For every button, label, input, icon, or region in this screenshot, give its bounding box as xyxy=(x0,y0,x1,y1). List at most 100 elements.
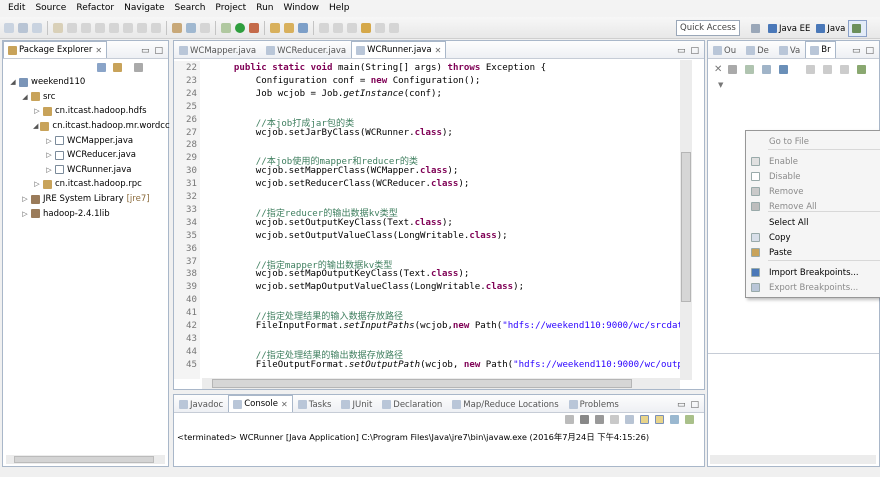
remove-launch-icon[interactable] xyxy=(580,415,589,424)
resume-icon[interactable] xyxy=(67,22,77,33)
next-annotation-icon[interactable] xyxy=(333,22,343,33)
right-tab-1[interactable]: De xyxy=(741,42,774,58)
menu-item-copy[interactable]: Copy xyxy=(746,230,880,245)
open-perspective-button[interactable] xyxy=(748,20,765,37)
save-all-icon[interactable] xyxy=(32,22,42,33)
console-tab-1[interactable]: Console ✕ xyxy=(228,395,293,412)
tree-item[interactable]: ◢ weekend110 xyxy=(3,75,168,90)
maximize-icon[interactable]: □ xyxy=(690,400,699,410)
previous-annotation-icon[interactable] xyxy=(347,22,357,33)
run-external-icon[interactable] xyxy=(249,22,259,33)
scroll-lock-icon[interactable] xyxy=(610,415,619,424)
debug-icon[interactable] xyxy=(221,22,231,33)
remove-icon[interactable]: ✕ xyxy=(714,65,722,75)
expand-all-icon[interactable] xyxy=(806,65,816,74)
view-menu-icon[interactable] xyxy=(134,63,143,72)
minimize-icon[interactable]: ▭ xyxy=(852,46,861,56)
maximize-icon[interactable]: □ xyxy=(154,46,163,56)
step-over-icon[interactable] xyxy=(137,22,147,33)
tree-item[interactable]: ◢ cn.itcast.hadoop.mr.wordcc xyxy=(3,119,170,134)
show-supported-icon[interactable] xyxy=(745,65,755,74)
open-console-icon[interactable] xyxy=(685,415,694,424)
expand-closed-icon[interactable]: ▷ xyxy=(21,210,29,218)
expand-open-icon[interactable]: ◢ xyxy=(21,93,29,101)
collapse-all-icon[interactable] xyxy=(97,63,106,72)
remove-all-terminated-icon[interactable] xyxy=(595,415,604,424)
tree-item[interactable]: ▷ cn.itcast.hadoop.hdfs xyxy=(3,104,168,119)
minimize-icon[interactable]: ▭ xyxy=(141,46,150,56)
quick-access-input[interactable]: Quick Access xyxy=(676,20,740,36)
toggle-mark-icon[interactable] xyxy=(200,22,210,33)
save-icon[interactable] xyxy=(18,22,28,33)
perspective-java-ee[interactable]: Java EE xyxy=(765,20,813,37)
minimize-icon[interactable]: ▭ xyxy=(677,46,686,56)
expand-closed-icon[interactable]: ▷ xyxy=(21,195,29,203)
show-console-stdout-icon[interactable] xyxy=(640,415,649,424)
expand-closed-icon[interactable]: ▷ xyxy=(45,166,53,174)
close-icon[interactable]: ✕ xyxy=(95,46,102,55)
menu-search[interactable]: Search xyxy=(170,0,211,17)
tree-item[interactable]: ▷ WCReducer.java xyxy=(3,148,168,163)
scroll-thumb[interactable] xyxy=(14,456,154,463)
tab-package-explorer[interactable]: Package Explorer ✕ xyxy=(3,41,108,58)
console-tab-3[interactable]: JUnit xyxy=(336,396,377,412)
link-icon[interactable] xyxy=(840,65,850,74)
expand-closed-icon[interactable]: ▷ xyxy=(33,107,41,115)
menu-item-export-breakpoints[interactable]: Export Breakpoints... xyxy=(746,280,880,295)
close-icon[interactable]: ✕ xyxy=(281,400,288,409)
menu-item-enable[interactable]: Enable xyxy=(746,154,880,169)
horizontal-scrollbar[interactable] xyxy=(710,455,876,464)
expand-closed-icon[interactable]: ▷ xyxy=(45,151,53,159)
menu-source[interactable]: Source xyxy=(30,0,71,17)
right-tab-0[interactable]: Ou xyxy=(708,42,741,58)
right-tab-2[interactable]: Va xyxy=(774,42,805,58)
add-java-exception-icon[interactable] xyxy=(857,65,867,74)
terminate-icon[interactable] xyxy=(95,22,105,33)
tree-item[interactable]: ▷ cn.itcast.hadoop.rpc xyxy=(3,177,168,192)
expand-closed-icon[interactable]: ▷ xyxy=(45,137,53,145)
perspective-java[interactable]: Java xyxy=(813,20,848,37)
new-icon[interactable] xyxy=(4,22,14,33)
word-wrap-icon[interactable] xyxy=(625,415,634,424)
link-with-editor-icon[interactable] xyxy=(113,63,122,72)
right-tab-3[interactable]: Br xyxy=(805,41,836,58)
tree-item[interactable]: ▷ JRE System Library [jre7] xyxy=(3,192,168,207)
view-menu-chevron-icon[interactable]: ▼ xyxy=(718,81,723,89)
menu-item-go-to-file[interactable]: Go to File xyxy=(746,134,880,149)
remove-all-icon[interactable] xyxy=(728,65,738,74)
last-edit-icon[interactable] xyxy=(361,22,371,33)
expand-closed-icon[interactable]: ▷ xyxy=(33,180,41,188)
console-tab-6[interactable]: Problems xyxy=(564,396,624,412)
menu-help[interactable]: Help xyxy=(324,0,355,17)
disconnect-icon[interactable] xyxy=(109,22,119,33)
menu-project[interactable]: Project xyxy=(210,0,251,17)
open-type-icon[interactable] xyxy=(186,22,196,33)
horizontal-scrollbar[interactable] xyxy=(6,455,165,464)
console-tab-2[interactable]: Tasks xyxy=(293,396,337,412)
collapse-all-icon[interactable] xyxy=(823,65,833,74)
maximize-icon[interactable]: □ xyxy=(865,46,874,56)
skip-all-icon[interactable] xyxy=(779,65,789,74)
run-icon[interactable] xyxy=(235,22,245,33)
editor-tab-1[interactable]: WCReducer.java xyxy=(261,42,351,58)
step-into-icon[interactable] xyxy=(123,22,133,33)
skip-breakpoints-icon[interactable] xyxy=(172,22,182,33)
suspend-icon[interactable] xyxy=(81,22,91,33)
menu-navigate[interactable]: Navigate xyxy=(119,0,169,17)
menu-item-remove[interactable]: Remove xyxy=(746,184,880,199)
menu-item-remove-all[interactable]: Remove All xyxy=(746,199,880,214)
search-icon[interactable] xyxy=(319,22,329,33)
menu-item-select-all[interactable]: Select All xyxy=(746,215,880,230)
tree-item[interactable]: ▷ WCMapper.java xyxy=(3,133,168,148)
step-return-icon[interactable] xyxy=(151,22,161,33)
perspective-debug[interactable] xyxy=(848,20,868,37)
tree-item[interactable]: ▷ WCRunner.java xyxy=(3,163,168,178)
editor-tab-0[interactable]: WCMapper.java xyxy=(174,42,261,58)
menu-item-disable[interactable]: Disable xyxy=(746,169,880,184)
expand-open-icon[interactable]: ◢ xyxy=(33,122,38,130)
tree-item[interactable]: ▷ hadoop-2.4.1lib xyxy=(3,206,168,221)
menu-item-import-breakpoints[interactable]: Import Breakpoints... xyxy=(746,265,880,280)
pin-console-icon[interactable] xyxy=(670,415,679,424)
menu-window[interactable]: Window xyxy=(278,0,324,17)
print-icon[interactable] xyxy=(53,22,63,33)
